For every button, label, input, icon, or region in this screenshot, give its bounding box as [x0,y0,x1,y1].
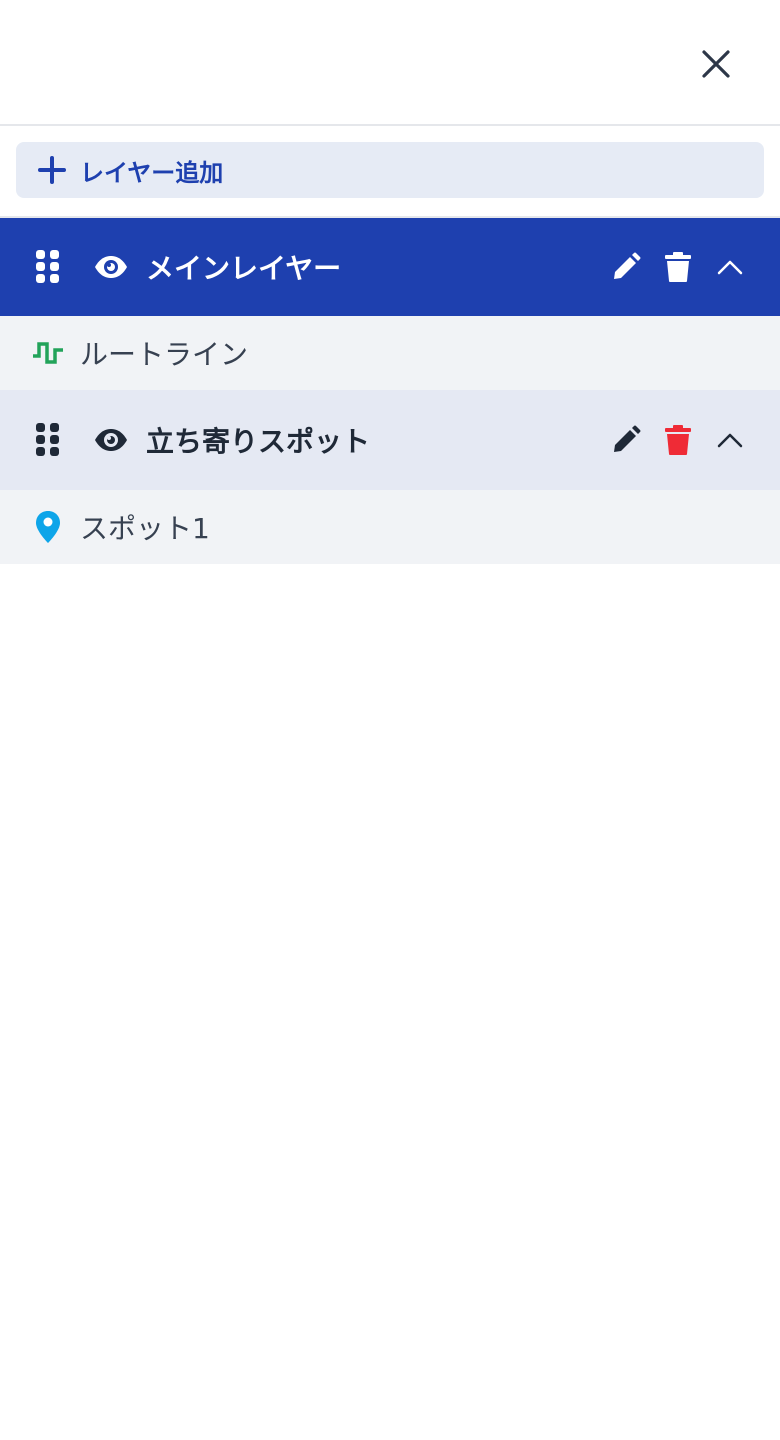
map-pin-icon [32,510,64,544]
add-layer-section: レイヤー追加 [0,126,780,218]
chevron-up-icon [717,433,743,448]
collapse-button[interactable] [704,414,756,466]
delete-button[interactable] [652,241,704,293]
trash-icon [665,252,691,282]
edit-button[interactable] [600,241,652,293]
layer-actions [600,414,756,466]
delete-button[interactable] [652,414,704,466]
collapse-button[interactable] [704,241,756,293]
chevron-up-icon [717,260,743,275]
list-item-route[interactable]: ルートライン [0,316,780,390]
layer-actions [600,241,756,293]
layer-title: メインレイヤー [146,252,342,285]
add-layer-button[interactable]: レイヤー追加 [16,142,764,198]
layer-header-main[interactable]: メインレイヤー [0,218,780,316]
route-line-icon [32,340,64,366]
edit-button[interactable] [600,414,652,466]
add-layer-label: レイヤー追加 [80,158,224,187]
eye-icon[interactable] [94,428,128,452]
list-item-spot[interactable]: スポット1 [0,490,780,564]
item-label: スポット1 [80,512,210,545]
panel-header [0,0,780,126]
item-label: ルートライン [80,338,249,371]
drag-handle-icon[interactable] [36,423,60,457]
plus-icon [38,156,66,184]
layer-panel: レイヤー追加 メインレイヤー ルートライン 立ち寄りスポット スポット1 [0,0,780,1440]
close-button[interactable] [688,36,744,92]
close-icon [702,50,730,78]
trash-icon [665,425,691,455]
layer-title: 立ち寄りスポット [146,425,371,458]
pencil-icon [614,252,641,279]
eye-icon[interactable] [94,255,128,279]
drag-handle-icon[interactable] [36,250,60,284]
layer-header-spots[interactable]: 立ち寄りスポット [0,390,780,490]
pencil-icon [614,425,641,452]
